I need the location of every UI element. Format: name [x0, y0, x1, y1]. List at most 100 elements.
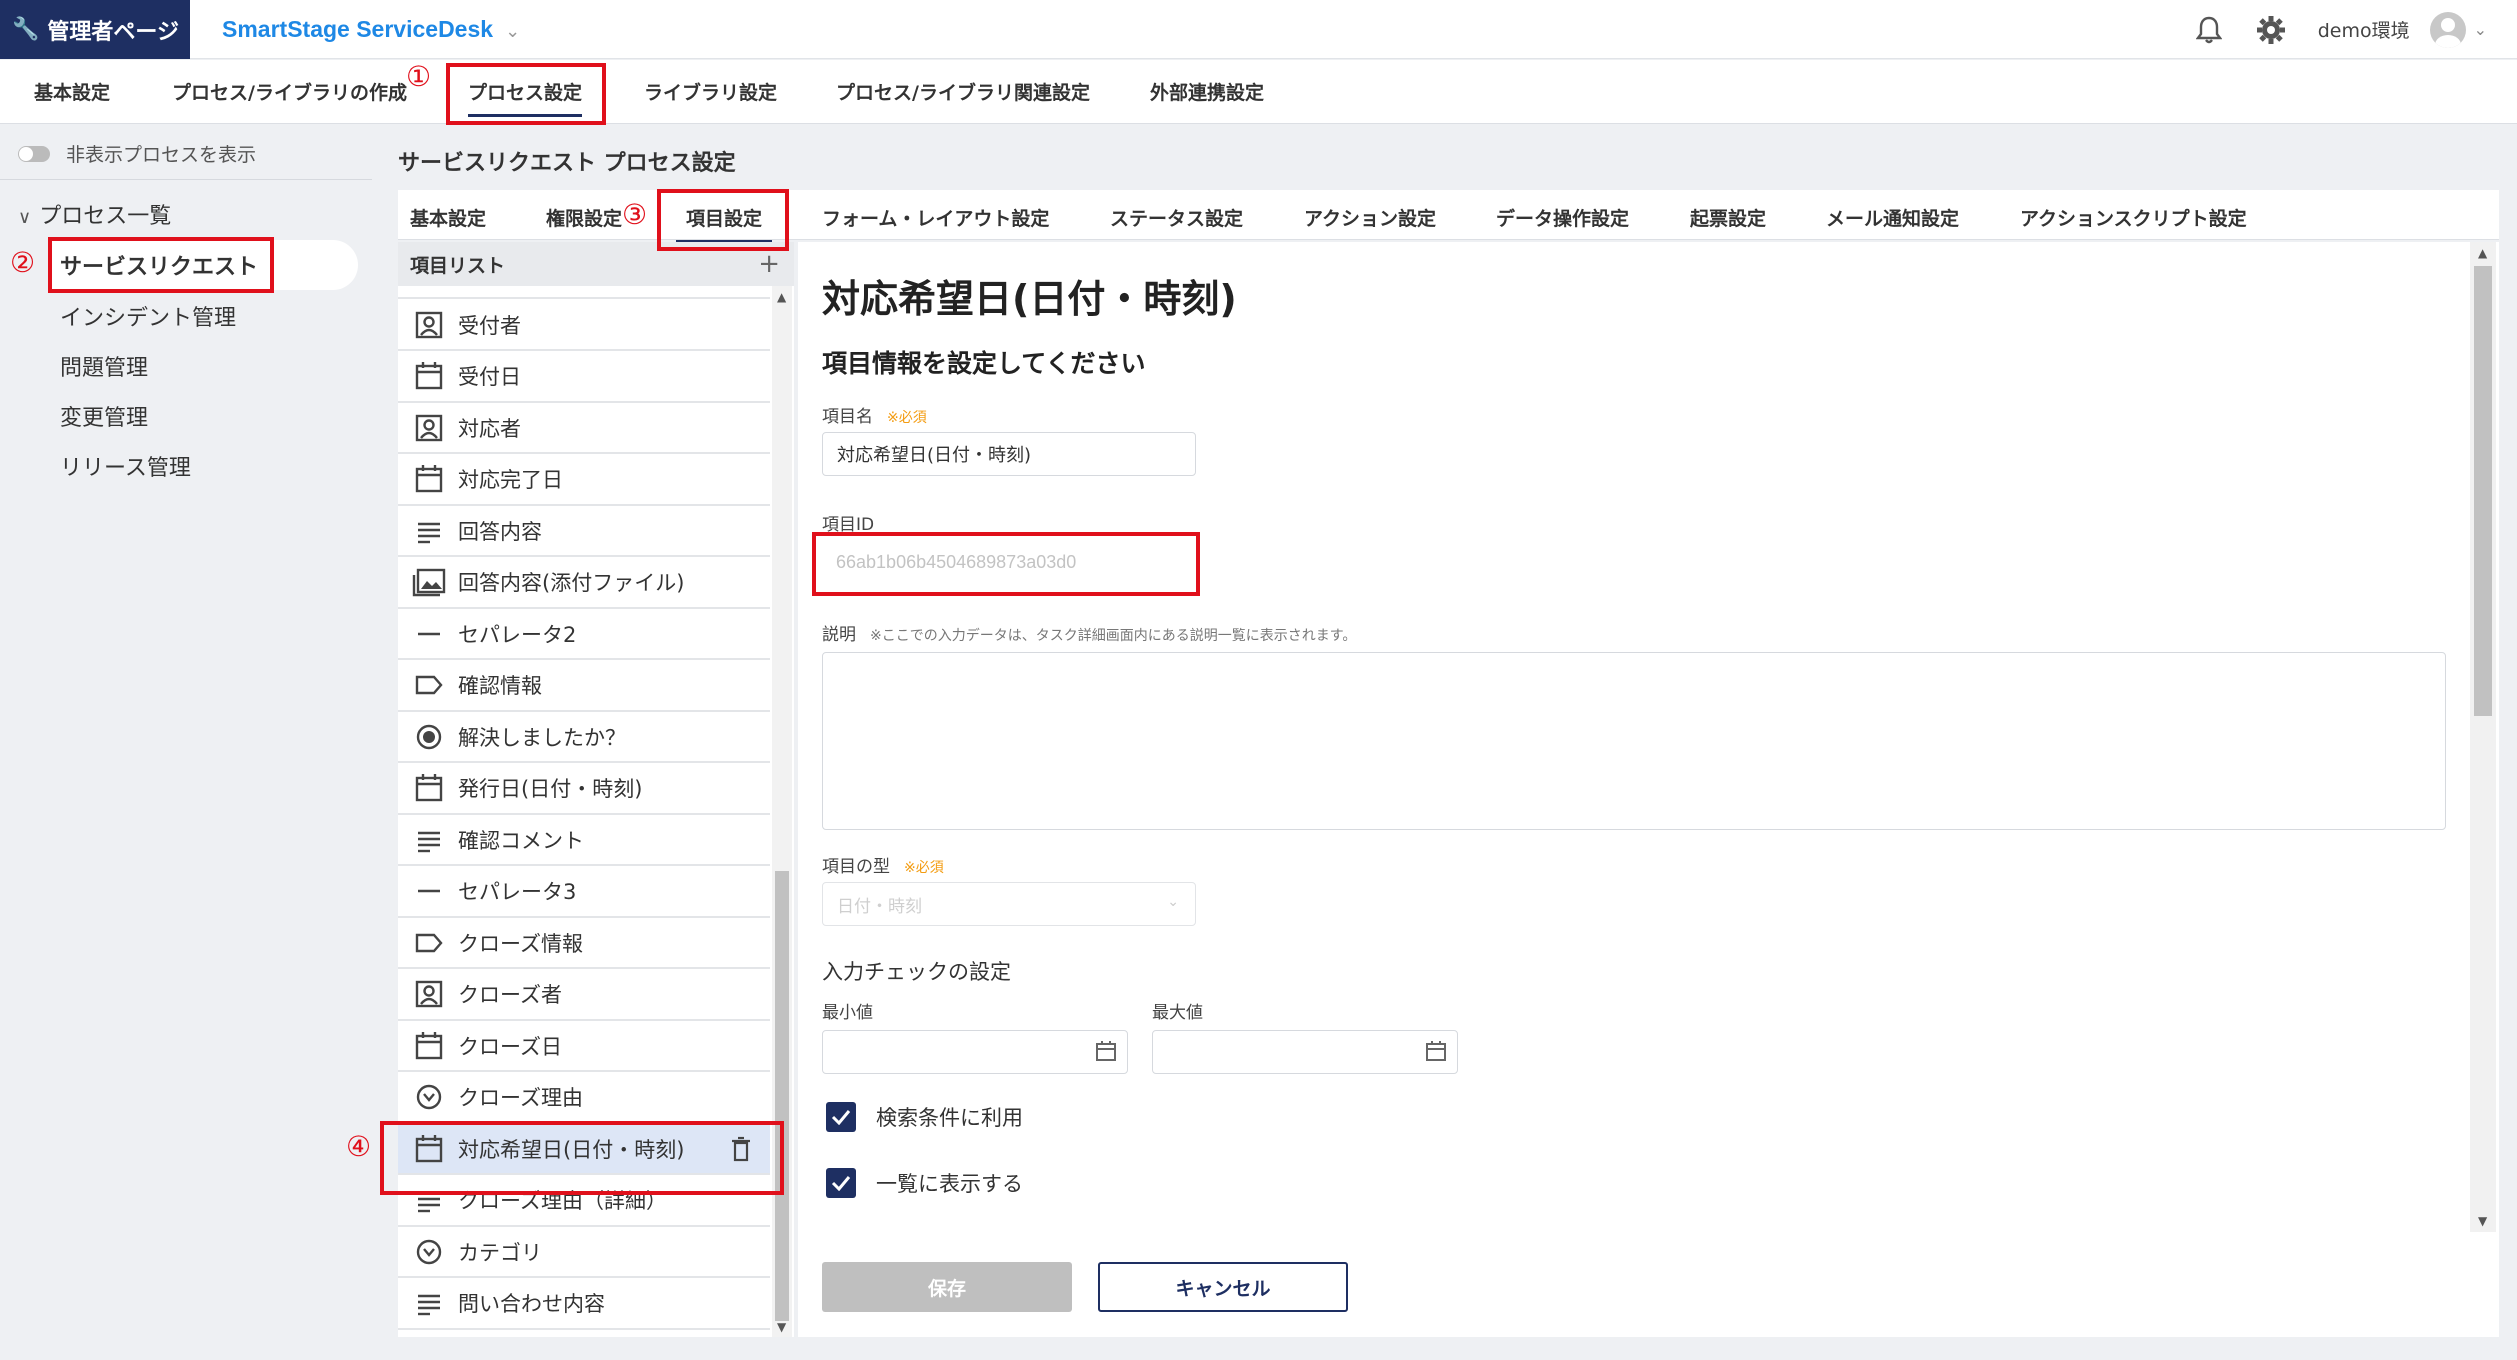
chevron-down-icon: ⌄	[1167, 894, 1179, 910]
show-in-list-checkbox-row[interactable]: 一覧に表示する	[826, 1168, 1023, 1198]
list-item[interactable]: クローズ日	[398, 1021, 770, 1072]
list-item[interactable]: 受付日	[398, 352, 770, 403]
list-item-label: クローズ情報	[458, 931, 583, 956]
min-value-date-input[interactable]	[822, 1030, 1128, 1074]
item-name-input[interactable]: 対応希望日(日付・時刻)	[822, 432, 1196, 476]
list-item[interactable]: セパレータ3	[398, 867, 770, 918]
search-condition-checkbox[interactable]	[826, 1102, 856, 1132]
list-item-label: 対応者	[458, 416, 521, 441]
show-in-list-checkbox[interactable]	[826, 1168, 856, 1198]
text-lines-icon	[412, 514, 446, 548]
list-item[interactable]: クローズ理由	[398, 1073, 770, 1124]
separator-icon	[412, 874, 446, 908]
calendar-icon	[412, 359, 446, 393]
calendar-icon[interactable]	[1425, 1040, 1447, 1062]
sidebar-item-problem[interactable]: 問題管理	[60, 350, 148, 382]
sidebar-item-incident[interactable]: インシデント管理	[60, 300, 236, 332]
list-item[interactable]: 解決しましたか？	[398, 712, 770, 763]
list-item[interactable]: クローズ者	[398, 970, 770, 1021]
gear-icon[interactable]	[2256, 15, 2286, 45]
list-item-label: クローズ理由	[458, 1086, 583, 1110]
subtab-action-script[interactable]: アクションスクリプト設定	[2020, 204, 2247, 231]
subtab-status[interactable]: ステータス設定	[1110, 204, 1243, 231]
tab-external-integration[interactable]: 外部連携設定	[1150, 78, 1264, 105]
list-item-label: 確認コメント	[458, 828, 584, 853]
detail-scroll-thumb[interactable]	[2474, 266, 2492, 716]
tab-library-settings[interactable]: ライブラリ設定	[644, 78, 777, 105]
item-type-select: 日付・時刻 ⌄	[822, 882, 1196, 926]
subtab-basic[interactable]: 基本設定	[410, 204, 486, 231]
top-header: 🔧 管理者ページ SmartStage ServiceDesk ⌄ demo環境 …	[0, 0, 2517, 59]
list-item[interactable]: 問い合わせ者Email	[398, 286, 770, 299]
list-item[interactable]: セパレータ2	[398, 609, 770, 660]
cancel-button[interactable]: キャンセル	[1098, 1262, 1348, 1312]
annotation-box-2	[48, 237, 274, 293]
tab-process-library-create[interactable]: プロセス/ライブラリの作成	[172, 78, 407, 105]
list-item[interactable]: 対応完了日	[398, 455, 770, 506]
list-item[interactable]: カテゴリ	[398, 1227, 770, 1278]
list-item[interactable]: 確認情報	[398, 661, 770, 712]
save-button[interactable]: 保存	[822, 1262, 1072, 1312]
list-item-label: 受付日	[458, 365, 521, 389]
search-condition-checkbox-row[interactable]: 検索条件に利用	[826, 1102, 1023, 1132]
hidden-process-toggle[interactable]	[18, 145, 50, 162]
image-icon	[412, 565, 446, 599]
user-name[interactable]: demo環境	[2318, 16, 2410, 43]
app-switcher[interactable]: SmartStage ServiceDesk ⌄	[222, 16, 520, 43]
required-mark: ※必須	[904, 860, 944, 876]
process-list-header[interactable]: ∨ プロセス一覧	[18, 198, 171, 230]
list-item[interactable]: クローズ情報	[398, 918, 770, 969]
tab-process-library-relation[interactable]: プロセス/ライブラリ関連設定	[836, 78, 1090, 105]
chevron-down-icon[interactable]: ⌄	[2474, 20, 2487, 39]
user-icon	[412, 411, 446, 445]
list-item[interactable]: 問い合わせ内容	[398, 1279, 770, 1330]
list-item-label: セパレータ2	[458, 622, 577, 647]
hidden-process-toggle-row[interactable]: 非表示プロセスを表示	[18, 140, 256, 167]
sidebar-item-change[interactable]: 変更管理	[60, 400, 148, 432]
annotation-number-4: ④	[346, 1130, 372, 1163]
max-value-date-input[interactable]	[1152, 1030, 1458, 1074]
calendar-icon	[412, 462, 446, 496]
description-label: 説明 ※ここでの入力データは、タスク詳細画面内にある説明一覧に表示されます。	[822, 625, 1357, 645]
subtab-ticket-creation[interactable]: 起票設定	[1690, 204, 1766, 231]
hidden-process-label: 非表示プロセスを表示	[66, 144, 257, 166]
subtab-form-layout[interactable]: フォーム・レイアウト設定	[822, 204, 1049, 231]
detail-scrollbar[interactable]: ▲ ▼	[2470, 242, 2496, 1232]
annotation-box-1	[446, 63, 606, 125]
description-note: ※ここでの入力データは、タスク詳細画面内にある説明一覧に表示されます。	[870, 628, 1357, 644]
sidebar: 非表示プロセスを表示 ∨ プロセス一覧 サービスリクエスト インシデント管理 問題…	[0, 124, 372, 1360]
subtab-permission[interactable]: 権限設定	[546, 204, 622, 231]
annotation-box-item-id	[812, 532, 1200, 596]
list-item-label: 回答内容(添付ファイル)	[458, 571, 685, 595]
item-list-scroll-thumb[interactable]	[775, 871, 789, 1321]
admin-page-badge[interactable]: 🔧 管理者ページ	[0, 0, 190, 59]
list-item[interactable]: 回答内容	[398, 506, 770, 557]
annotation-number-1: ①	[406, 60, 432, 93]
description-textarea[interactable]	[822, 652, 2446, 830]
list-item-label: 対応完了日	[458, 468, 563, 492]
user-icon	[412, 308, 446, 342]
list-item[interactable]: 確認コメント	[398, 815, 770, 866]
list-item-label: 問い合わせ者Email	[458, 286, 642, 288]
bell-icon[interactable]	[2194, 15, 2224, 45]
sidebar-item-release[interactable]: リリース管理	[60, 450, 191, 482]
chevron-down-icon: ∨	[18, 207, 32, 228]
chevron-circle-icon	[412, 1080, 446, 1114]
calendar-icon[interactable]	[1095, 1040, 1117, 1062]
list-item-label: 受付者	[458, 313, 521, 338]
show-in-list-label: 一覧に表示する	[876, 1172, 1023, 1196]
avatar-icon[interactable]	[2429, 11, 2466, 48]
text-lines-icon	[412, 1286, 446, 1320]
list-item-label: カテゴリ	[458, 1240, 542, 1265]
subtab-data-operation[interactable]: データ操作設定	[1496, 204, 1629, 231]
subtab-action[interactable]: アクション設定	[1304, 204, 1436, 231]
list-item[interactable]: 対応者	[398, 403, 770, 454]
separator-icon	[412, 617, 446, 651]
add-item-button[interactable]: +	[758, 249, 780, 279]
subtab-mail-notification[interactable]: メール通知設定	[1826, 204, 1959, 231]
list-item[interactable]: 発行日(日付・時刻)	[398, 764, 770, 815]
list-item[interactable]: 回答内容(添付ファイル)	[398, 558, 770, 609]
search-condition-label: 検索条件に利用	[876, 1106, 1023, 1130]
tab-basic-settings[interactable]: 基本設定	[34, 78, 110, 105]
list-item[interactable]: 受付者	[398, 300, 770, 351]
